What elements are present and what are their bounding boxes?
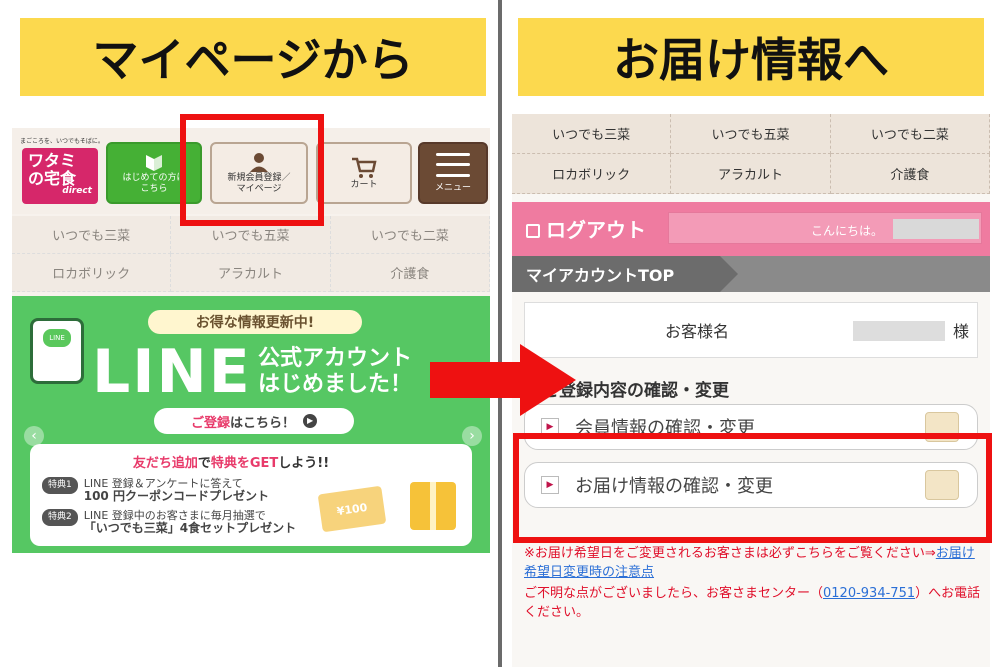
cart-button[interactable]: カート xyxy=(316,142,412,204)
update-pill: お得な情報更新中! xyxy=(148,310,362,334)
register-rest: はこちら！ xyxy=(230,415,296,431)
friend-end: しよう!! xyxy=(278,456,330,471)
notice-1: ※お届け希望日をご変更されるお客さまは必ずこちらをご覧ください⇒お届け希望日変更… xyxy=(524,544,984,582)
line-wordmark: LINE xyxy=(92,337,252,407)
customer-label: お客様名 xyxy=(665,322,730,341)
nav-item[interactable]: アラカルト xyxy=(671,154,831,194)
notice-1-text: ※お届け希望日をご変更されるお客さまは必ずこちらをご覧ください⇒ xyxy=(524,546,936,561)
right-caption: お届け情報へ xyxy=(613,33,889,87)
nav-item[interactable]: アラカルト xyxy=(171,254,331,292)
cart-label: カート xyxy=(350,179,378,190)
logo-sub: direct xyxy=(62,186,92,196)
nav-item[interactable]: いつでも二菜 xyxy=(830,114,990,154)
tagline: まごころを、いつでもそばに。 xyxy=(20,138,104,145)
perk-1-tag: 特典1 xyxy=(42,477,78,494)
redacted-name xyxy=(893,219,979,239)
center-divider xyxy=(498,0,502,667)
watami-logo[interactable]: ワタミ の宅食 direct xyxy=(22,148,98,204)
greeting-box: こんにちは。 xyxy=(668,212,982,244)
left-caption: マイページから xyxy=(92,33,414,87)
friend-em2: 特典をGET xyxy=(210,456,279,471)
greeting-text: こんにちは。 xyxy=(811,224,884,238)
carousel-next-icon[interactable]: › xyxy=(462,426,482,446)
friend-mid: で xyxy=(197,456,211,471)
benefit-card: 友だち追加で特典をGETしよう!! 特典1 LINE 登録＆アンケートに答えて 1… xyxy=(30,444,472,546)
perk-2: 特典2 LINE 登録中のお客さまに毎月抽選で 「いつでも三菜」4食セットプレゼン… xyxy=(42,509,460,535)
register-em: ご登録 xyxy=(190,415,230,431)
category-nav-right: いつでも三菜 いつでも五菜 いつでも二菜 ロカボリック アラカルト 介護食 xyxy=(512,114,990,194)
gift-box-icon xyxy=(410,482,456,530)
perk-2-tag: 特典2 xyxy=(42,509,78,526)
account-top-tab[interactable]: マイアカウントTOP xyxy=(512,256,720,292)
highlight-box-mypage xyxy=(180,114,324,226)
highlight-box-delivery xyxy=(513,433,992,543)
official-account-text: 公式アカウント はじめました！ xyxy=(258,346,412,398)
logout-label: ログアウト xyxy=(546,218,646,242)
line-register-button[interactable]: ご登録 はこちら！ ▶ xyxy=(154,408,354,434)
nav-item[interactable]: いつでも三菜 xyxy=(512,114,672,154)
redacted-customer-name xyxy=(853,321,945,341)
nav-item[interactable]: 介護食 xyxy=(830,154,990,194)
honorific: 様 xyxy=(953,322,970,341)
nav-item[interactable]: いつでも二菜 xyxy=(330,216,490,254)
nav-item[interactable]: いつでも三菜 xyxy=(12,216,172,254)
logout-bar: ログアウト こんにちは。 xyxy=(512,202,990,256)
nav-item[interactable]: ロカボリック xyxy=(512,154,672,194)
left-caption-banner: マイページから xyxy=(20,18,486,96)
lock-icon xyxy=(526,224,540,238)
nav-item[interactable]: ロカボリック xyxy=(12,254,172,292)
account-tab-arrow xyxy=(720,256,738,292)
category-nav: いつでも三菜 いつでも五菜 いつでも二菜 ロカボリック アラカルト 介護食 xyxy=(12,216,490,292)
hamburger-icon xyxy=(436,152,470,177)
notice-2: ご不明な点がございましたら、お客さまセンター（0120-934-751）へお電話… xyxy=(524,584,984,622)
menu-label: メニュー xyxy=(434,182,471,193)
line-promo-banner[interactable]: お得な情報更新中! LINE LINE 公式アカウント はじめました！ ご登録 … xyxy=(12,296,490,553)
phone-line-label: LINE xyxy=(43,329,71,347)
official-line-1: 公式アカウント xyxy=(258,346,413,371)
perk-1: 特典1 LINE 登録＆アンケートに答えて 100 円クーポンコードプレゼント xyxy=(42,477,460,503)
phone-link[interactable]: 0120-934-751 xyxy=(823,586,915,601)
cart-icon xyxy=(352,157,377,178)
friend-headline: 友だち追加で特典をGETしよう!! xyxy=(12,452,460,471)
first-time-label-1: はじめての方は xyxy=(122,173,186,183)
nav-item[interactable]: 介護食 xyxy=(330,254,490,292)
customer-name-row: お客様名 様 xyxy=(524,302,978,358)
phone-icon: LINE xyxy=(30,318,84,384)
perk-2-line2: 「いつでも三菜」4食セットプレゼント xyxy=(83,521,297,535)
logo-line1: ワタミ xyxy=(28,151,77,170)
right-arrow-icon xyxy=(430,344,580,416)
official-line-2: はじめました！ xyxy=(258,372,413,397)
notice-text: ※お届け希望日をご変更されるお客さまは必ずこちらをご覧ください⇒お届け希望日変更… xyxy=(524,544,984,622)
notice-2-a: ご不明な点がございましたら、お客さまセンター（ xyxy=(524,586,824,601)
beginner-leaf-icon xyxy=(146,155,162,171)
menu-button[interactable]: メニュー xyxy=(418,142,488,204)
first-time-label-2: こちら xyxy=(140,184,168,194)
right-screenshot: いつでも三菜 いつでも五菜 いつでも二菜 ロカボリック アラカルト 介護食 ログ… xyxy=(512,114,990,667)
play-icon: ▶ xyxy=(303,414,318,428)
friend-em1: 友だち追加 xyxy=(132,456,198,471)
carousel-prev-icon[interactable]: ‹ xyxy=(24,426,44,446)
perk-1-line2: 100 円クーポンコードプレゼント xyxy=(83,489,269,503)
right-caption-banner: お届け情報へ xyxy=(518,18,984,96)
logout-button[interactable]: ログアウト xyxy=(526,214,646,243)
nav-item[interactable]: いつでも五菜 xyxy=(671,114,831,154)
